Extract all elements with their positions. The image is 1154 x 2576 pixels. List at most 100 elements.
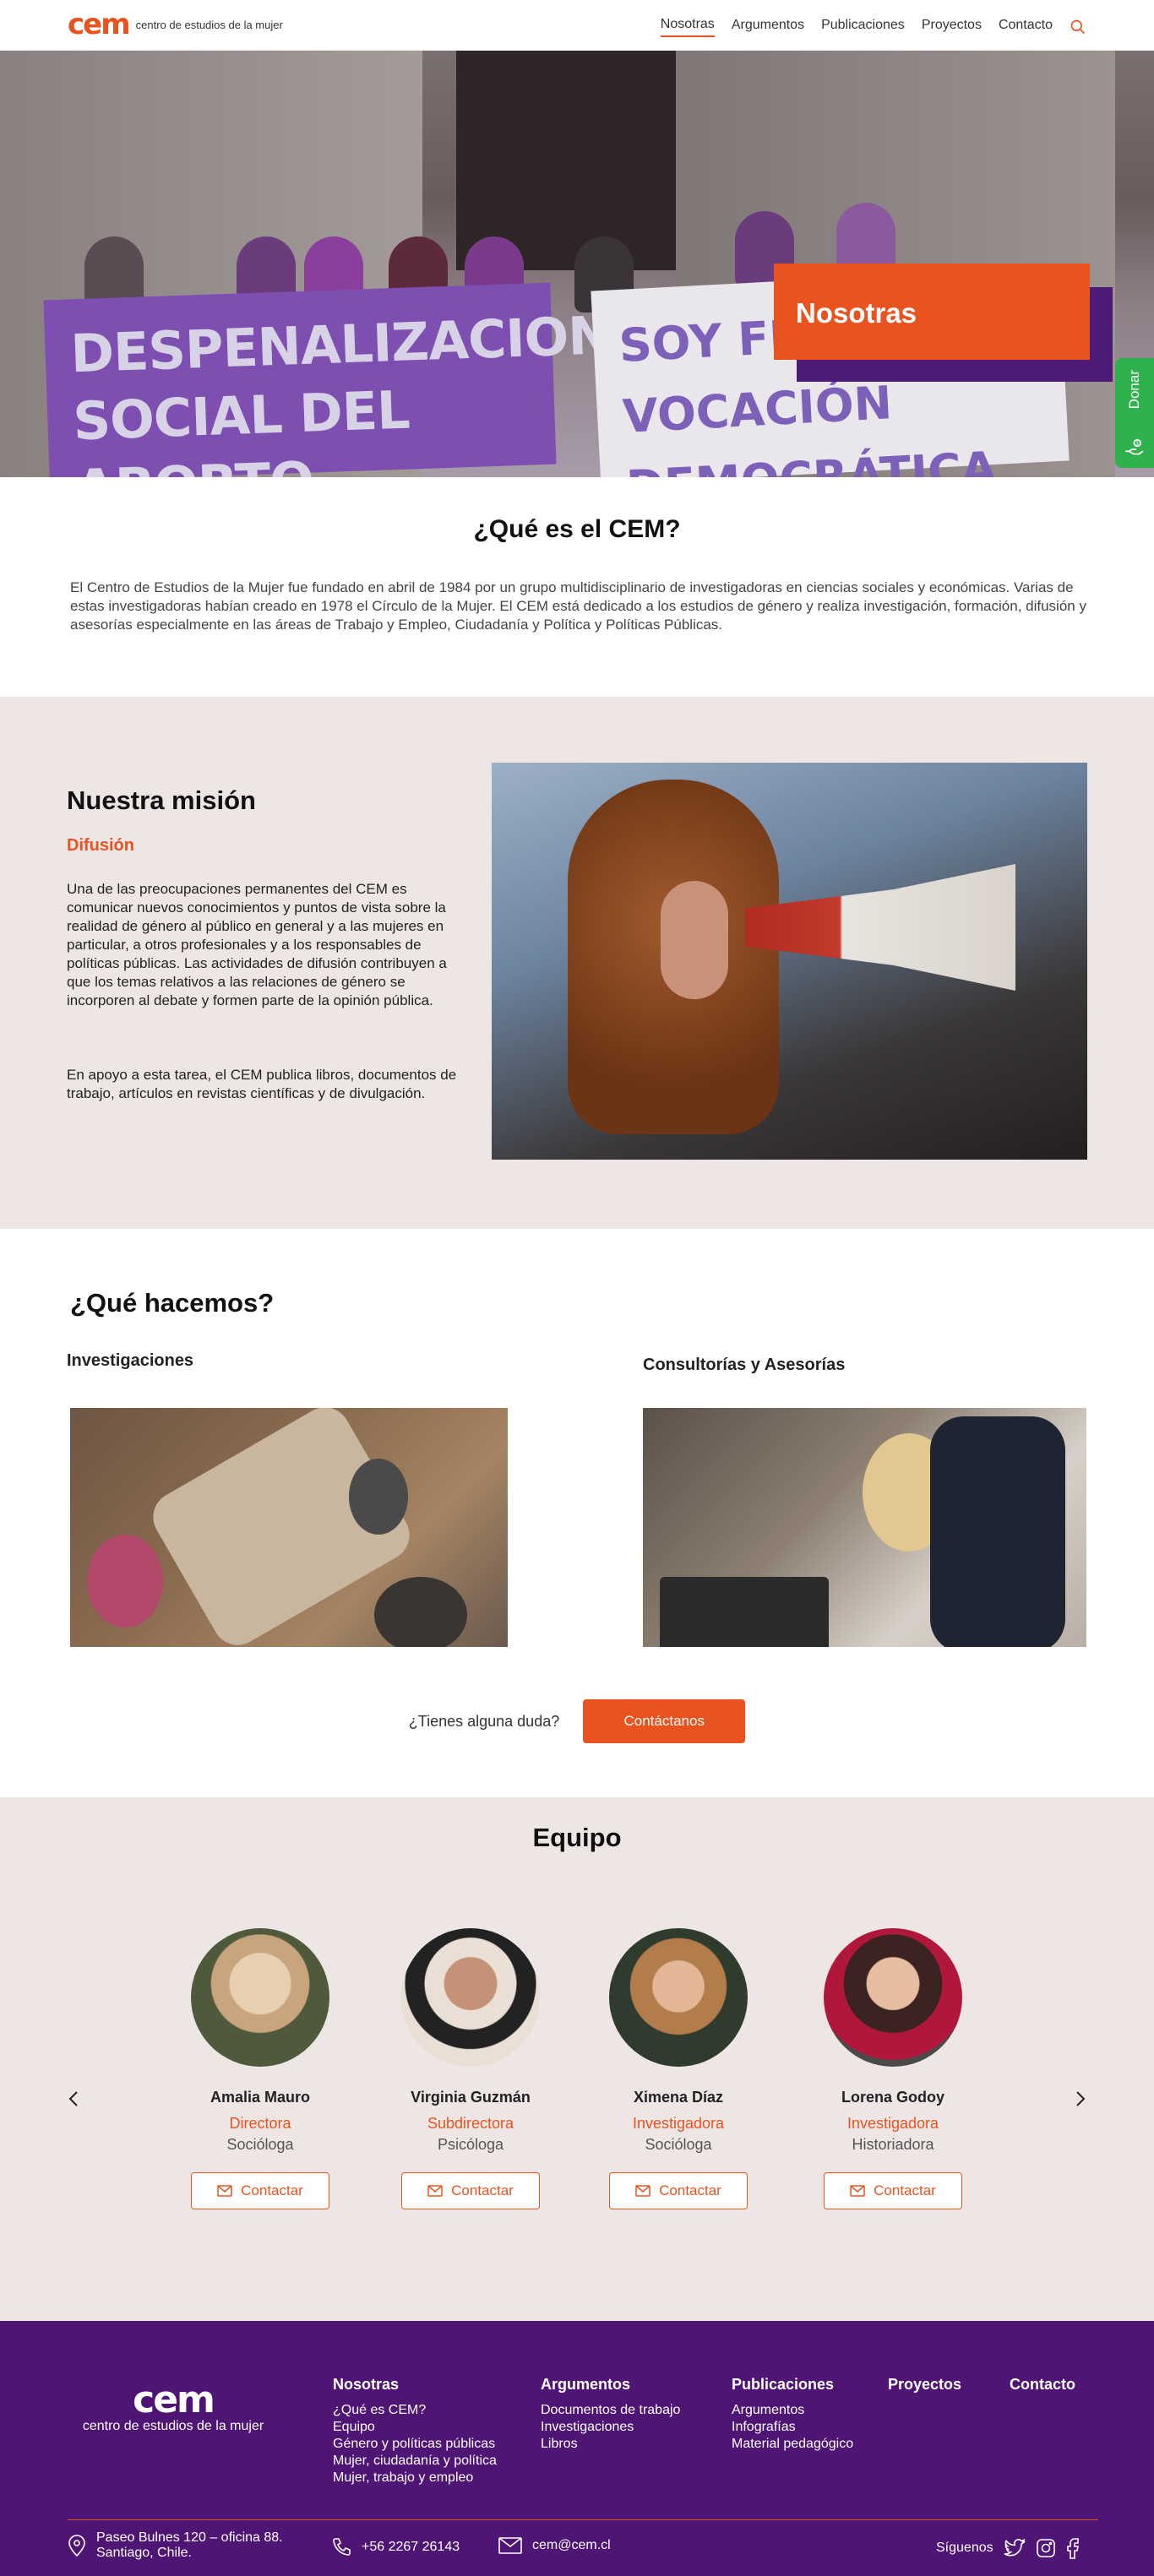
mission-title: Nuestra misión (67, 785, 256, 815)
location-pin-icon (68, 2535, 85, 2557)
mail-icon (635, 2185, 650, 2197)
member-name: Lorena Godoy (841, 2089, 944, 2106)
footer-logo-mark: cem (133, 2378, 215, 2421)
footer-link[interactable]: Mujer, trabajo y empleo (333, 2470, 497, 2486)
megaphone-photo (492, 763, 1087, 1160)
footer-phone[interactable]: +56 2267 26143 (331, 2537, 460, 2557)
twitter-icon[interactable] (1004, 2539, 1026, 2557)
avatar (609, 1928, 748, 2067)
site-footer: cem centro de estudios de la mujer Nosot… (0, 2321, 1154, 2576)
footer-col-nosotras: Nosotras ¿Qué es CEM? Equipo Género y po… (333, 2376, 497, 2486)
footer-link[interactable]: Infografías (732, 2419, 853, 2436)
contact-prompt: ¿Tienes alguna duda? Contáctanos (0, 1699, 1154, 1743)
footer-logo[interactable]: cem centro de estudios de la mujer (68, 2382, 279, 2434)
footer-col-title[interactable]: Publicaciones (732, 2376, 853, 2394)
donate-button[interactable]: Donar $ (1115, 358, 1154, 468)
contact-member-label: Contactar (451, 2182, 514, 2198)
avatar (191, 1928, 329, 2067)
carousel-next-icon[interactable] (1070, 2089, 1090, 2109)
investigaciones-title[interactable]: Investigaciones (67, 1351, 193, 1371)
footer-col-title[interactable]: Nosotras (333, 2376, 497, 2394)
member-name: Virginia Guzmán (411, 2089, 531, 2106)
donate-hand-icon: $ (1125, 438, 1144, 455)
search-icon[interactable] (1070, 19, 1086, 35)
footer-link[interactable]: Libros (541, 2436, 680, 2453)
facebook-icon[interactable] (1066, 2537, 1080, 2559)
member-role: Investigadora (846, 2115, 939, 2132)
about-section: ¿Qué es el CEM? El Centro de Estudios de… (0, 477, 1154, 697)
footer-link[interactable]: Mujer, ciudadanía y política (333, 2453, 497, 2470)
photo-face (661, 881, 728, 999)
photo-person (374, 1577, 467, 1647)
photo-megaphone (745, 864, 1015, 991)
contact-member-button[interactable]: Contactar (191, 2172, 329, 2209)
team-member-card: Virginia Guzmán Subdirectora Psicóloga C… (399, 1928, 542, 2209)
mission-subtitle: Difusión (67, 836, 134, 855)
team-section: Equipo Amalia Mauro Directora Socióloga … (0, 1797, 1154, 2321)
footer-col-title[interactable]: Contacto (1010, 2376, 1075, 2394)
mail-icon (498, 2537, 522, 2554)
member-profession: Socióloga (645, 2136, 712, 2153)
main-nav: Nosotras Argumentos Publicaciones Proyec… (660, 17, 1086, 37)
consultorias-photo[interactable] (643, 1408, 1086, 1647)
phone-number: +56 2267 26143 (362, 2540, 460, 2554)
member-name: Ximena Díaz (633, 2089, 724, 2106)
contact-member-label: Contactar (659, 2182, 721, 2198)
address-line-1: Paseo Bulnes 120 – oficina 88. (96, 2530, 283, 2545)
investigaciones-photo[interactable] (70, 1408, 508, 1647)
member-role: Investigadora (632, 2115, 725, 2132)
nav-publicaciones[interactable]: Publicaciones (821, 18, 905, 36)
footer-link[interactable]: Investigaciones (541, 2419, 680, 2436)
hero-banner: DESPENALIZACION SOCIAL DEL ABORTO SOY FE… (0, 51, 1154, 477)
about-text: El Centro de Estudios de la Mujer fue fu… (70, 579, 1086, 633)
photo-laptop (660, 1577, 829, 1647)
footer-link[interactable]: Género y políticas públicas (333, 2436, 497, 2453)
nav-contacto[interactable]: Contacto (999, 18, 1053, 36)
contact-us-button[interactable]: Contáctanos (583, 1699, 746, 1743)
footer-logo-text: centro de estudios de la mujer (82, 2419, 264, 2433)
about-title: ¿Qué es el CEM? (473, 515, 681, 543)
member-profession: Psicóloga (437, 2136, 504, 2153)
site-logo[interactable]: cem centro de estudios de la mujer (68, 10, 283, 39)
mission-paragraph-2: En apoyo a esta tarea, el CEM publica li… (67, 1067, 457, 1101)
instagram-icon[interactable] (1036, 2538, 1056, 2558)
footer-link[interactable]: Material pedagógico (732, 2436, 853, 2453)
footer-link[interactable]: Documentos de trabajo (541, 2402, 680, 2419)
hero-title: Nosotras (774, 264, 1090, 360)
contact-member-button[interactable]: Contactar (401, 2172, 540, 2209)
footer-link[interactable]: Argumentos (732, 2402, 853, 2419)
nav-nosotras[interactable]: Nosotras (660, 17, 715, 37)
address-line-2: Santiago, Chile. (96, 2546, 192, 2560)
team-title: Equipo (532, 1823, 622, 1852)
member-profession: Historiadora (852, 2136, 934, 2153)
photo-person (930, 1416, 1065, 1647)
contact-member-label: Contactar (241, 2182, 303, 2198)
phone-icon (333, 2538, 351, 2556)
mission-section: Nuestra misión Difusión Una de las preoc… (0, 697, 1154, 1229)
footer-col-title[interactable]: Proyectos (888, 2376, 961, 2394)
footer-col-title[interactable]: Argumentos (541, 2376, 680, 2394)
logo-text: centro de estudios de la mujer (135, 18, 283, 31)
team-member-card: Amalia Mauro Directora Socióloga Contact… (188, 1928, 332, 2209)
carousel-prev-icon[interactable] (64, 2089, 84, 2109)
footer-col-publicaciones: Publicaciones Argumentos Infografías Mat… (732, 2376, 853, 2453)
footer-col-contacto: Contacto (1010, 2376, 1075, 2402)
nav-proyectos[interactable]: Proyectos (922, 18, 982, 36)
footer-col-proyectos: Proyectos (888, 2376, 961, 2402)
footer-col-argumentos: Argumentos Documentos de trabajo Investi… (541, 2376, 680, 2453)
email-address: cem@cem.cl (532, 2538, 611, 2552)
contact-member-button[interactable]: Contactar (609, 2172, 748, 2209)
nav-argumentos[interactable]: Argumentos (732, 18, 804, 36)
mail-icon (427, 2185, 443, 2197)
photo-person (87, 1535, 163, 1628)
footer-link[interactable]: Equipo (333, 2419, 497, 2436)
member-role: Subdirectora (427, 2115, 514, 2132)
photo-person (349, 1459, 408, 1535)
contact-member-button[interactable]: Contactar (824, 2172, 962, 2209)
mail-icon (850, 2185, 865, 2197)
member-role: Directora (229, 2115, 291, 2132)
footer-email[interactable]: cem@cem.cl (498, 2537, 611, 2554)
footer-link[interactable]: ¿Qué es CEM? (333, 2402, 497, 2419)
consultorias-title[interactable]: Consultorías y Asesorías (643, 1356, 845, 1375)
avatar (401, 1928, 540, 2067)
